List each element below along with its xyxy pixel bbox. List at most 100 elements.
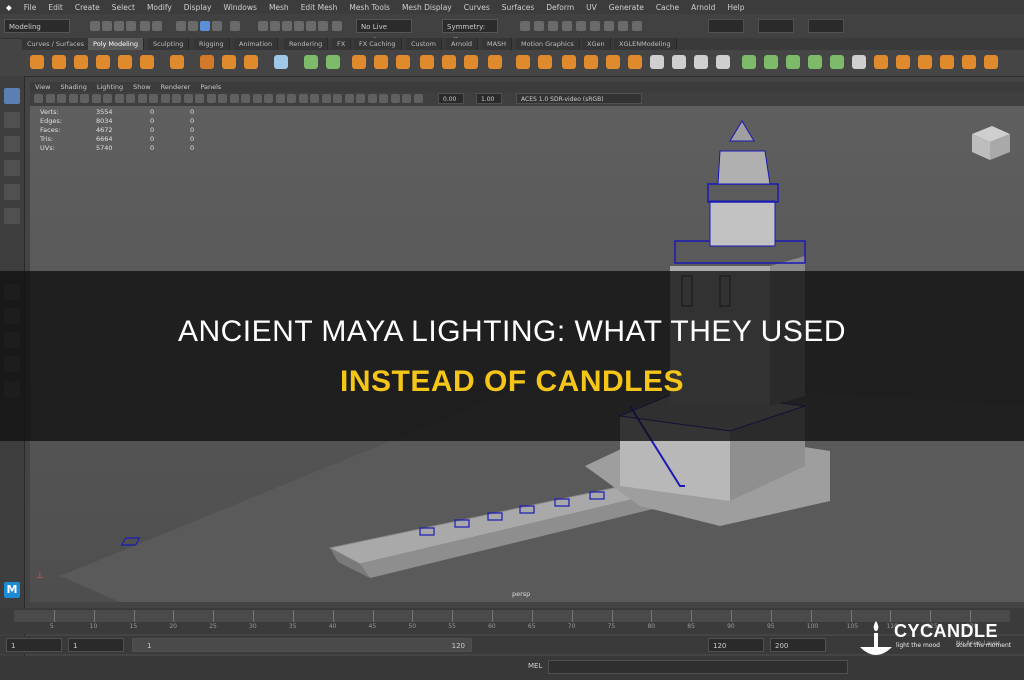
menu-mesh[interactable]: Mesh [263, 3, 295, 12]
shelf-tool-icon[interactable] [74, 55, 88, 69]
status-tool-icon[interactable] [332, 21, 342, 31]
shelf-tool-icon[interactable] [716, 55, 730, 69]
status-tool-icon[interactable] [200, 21, 210, 31]
status-tool-icon[interactable] [562, 21, 572, 31]
panel-tool-icon[interactable] [149, 94, 158, 103]
status-tool-icon[interactable] [590, 21, 600, 31]
shelf-tool-icon[interactable] [200, 55, 214, 69]
panel-tool-icon[interactable] [229, 94, 239, 103]
panel-tool-icon[interactable] [333, 94, 342, 103]
status-tool-icon[interactable] [102, 21, 112, 31]
shelf-tool-icon[interactable] [830, 55, 844, 69]
y-field[interactable] [758, 19, 794, 33]
status-tool-icon[interactable] [318, 21, 328, 31]
maya-m-icon[interactable]: M [4, 582, 20, 598]
shelf-tab-arnold[interactable]: Arnold [446, 38, 479, 50]
menu-edit-mesh[interactable]: Edit Mesh [295, 3, 344, 12]
symmetry-dropdown[interactable]: Symmetry: Off [442, 19, 498, 45]
status-tool-icon[interactable] [230, 21, 240, 31]
menu-windows[interactable]: Windows [217, 3, 262, 12]
panel-menu-lighting[interactable]: Lighting [92, 82, 128, 92]
shelf-tool-icon[interactable] [896, 55, 910, 69]
shelf-tool-icon[interactable] [170, 55, 184, 69]
shelf-tool-icon[interactable] [918, 55, 932, 69]
panel-tool-icon[interactable] [218, 94, 227, 103]
rotate-tool-icon[interactable] [4, 184, 20, 200]
panel-menu-shading[interactable]: Shading [55, 82, 91, 92]
shelf-tool-icon[interactable] [808, 55, 822, 69]
panel-menu-show[interactable]: Show [128, 82, 156, 92]
shelf-tool-icon[interactable] [420, 55, 434, 69]
menu-create[interactable]: Create [69, 3, 106, 12]
status-tool-icon[interactable] [632, 21, 642, 31]
shelf-tool-icon[interactable] [694, 55, 708, 69]
status-tool-icon[interactable] [188, 21, 198, 31]
shelf-tool-icon[interactable] [852, 55, 866, 69]
panel-tool-icon[interactable] [57, 94, 66, 103]
panel-tool-icon[interactable] [390, 94, 400, 103]
shelf-tool-icon[interactable] [962, 55, 976, 69]
shelf-tool-icon[interactable] [984, 55, 998, 69]
menu-modify[interactable]: Modify [141, 3, 178, 12]
shelf-tab-motion-graphics[interactable]: Motion Graphics [516, 38, 580, 50]
shelf-tab-rigging[interactable]: Rigging [194, 38, 230, 50]
shelf-tab-fx[interactable]: FX [332, 38, 352, 50]
shelf-tool-icon[interactable] [606, 55, 620, 69]
exposure-field[interactable]: 0.00 [438, 93, 464, 104]
status-tool-icon[interactable] [306, 21, 316, 31]
shelf-tab-fx-caching[interactable]: FX Caching [354, 38, 402, 50]
status-tool-icon[interactable] [152, 21, 162, 31]
status-tool-icon[interactable] [520, 21, 530, 31]
status-tool-icon[interactable] [270, 21, 280, 31]
panel-tool-icon[interactable] [264, 94, 273, 103]
menu-display[interactable]: Display [178, 3, 218, 12]
status-tool-icon[interactable] [534, 21, 544, 31]
panel-tool-icon[interactable] [379, 94, 388, 103]
shelf-tool-icon[interactable] [52, 55, 66, 69]
move-tool-icon[interactable] [4, 160, 20, 176]
shelf-tab-animation[interactable]: Animation [234, 38, 279, 50]
panel-tool-icon[interactable] [126, 94, 135, 103]
shelf-tool-icon[interactable] [562, 55, 576, 69]
range-slider-bar[interactable]: 1 120 [132, 638, 472, 652]
panel-tool-icon[interactable] [298, 94, 308, 103]
panel-tool-icon[interactable] [344, 94, 354, 103]
panel-tool-icon[interactable] [160, 94, 170, 103]
shelf-tool-icon[interactable] [96, 55, 110, 69]
status-tool-icon[interactable] [126, 21, 136, 31]
shelf-tool-icon[interactable] [874, 55, 888, 69]
shelf-tool-icon[interactable] [940, 55, 954, 69]
shelf-tool-icon[interactable] [584, 55, 598, 69]
x-field[interactable] [708, 19, 744, 33]
menu-uv[interactable]: UV [580, 3, 603, 12]
shelf-tool-icon[interactable] [488, 55, 502, 69]
panel-tool-icon[interactable] [310, 94, 319, 103]
live-surface-field[interactable]: No Live Surface [356, 19, 412, 45]
shelf-tool-icon[interactable] [464, 55, 478, 69]
shelf-tab-rendering[interactable]: Rendering [284, 38, 329, 50]
select-tool-icon[interactable] [4, 88, 20, 104]
color-space-dropdown[interactable]: ACES 1.0 SDR-video (sRGB) [516, 93, 642, 104]
status-tool-icon[interactable] [140, 21, 150, 31]
status-tool-icon[interactable] [618, 21, 628, 31]
shelf-tool-icon[interactable] [222, 55, 236, 69]
status-tool-icon[interactable] [282, 21, 292, 31]
panel-tool-icon[interactable] [275, 94, 285, 103]
shelf-tab-sculpting[interactable]: Sculpting [148, 38, 190, 50]
z-field[interactable] [808, 19, 844, 33]
menu-mesh-display[interactable]: Mesh Display [396, 3, 458, 12]
panel-menu-panels[interactable]: Panels [195, 82, 226, 92]
panel-tool-icon[interactable] [172, 94, 181, 103]
shelf-tab-curves-surfaces[interactable]: Curves / Surfaces [22, 38, 91, 50]
shelf-tool-icon[interactable] [374, 55, 388, 69]
shelf-tool-icon[interactable] [650, 55, 664, 69]
panel-tool-icon[interactable] [402, 94, 411, 103]
shelf-tool-icon[interactable] [30, 55, 44, 69]
menu-surfaces[interactable]: Surfaces [496, 3, 540, 12]
menu-arnold[interactable]: Arnold [685, 3, 721, 12]
gamma-field[interactable]: 1.00 [476, 93, 502, 104]
mode-dropdown[interactable]: Modeling [4, 19, 70, 33]
playback-start-field[interactable]: 1 [68, 638, 124, 652]
panel-tool-icon[interactable] [91, 94, 101, 103]
shelf-tool-icon[interactable] [786, 55, 800, 69]
